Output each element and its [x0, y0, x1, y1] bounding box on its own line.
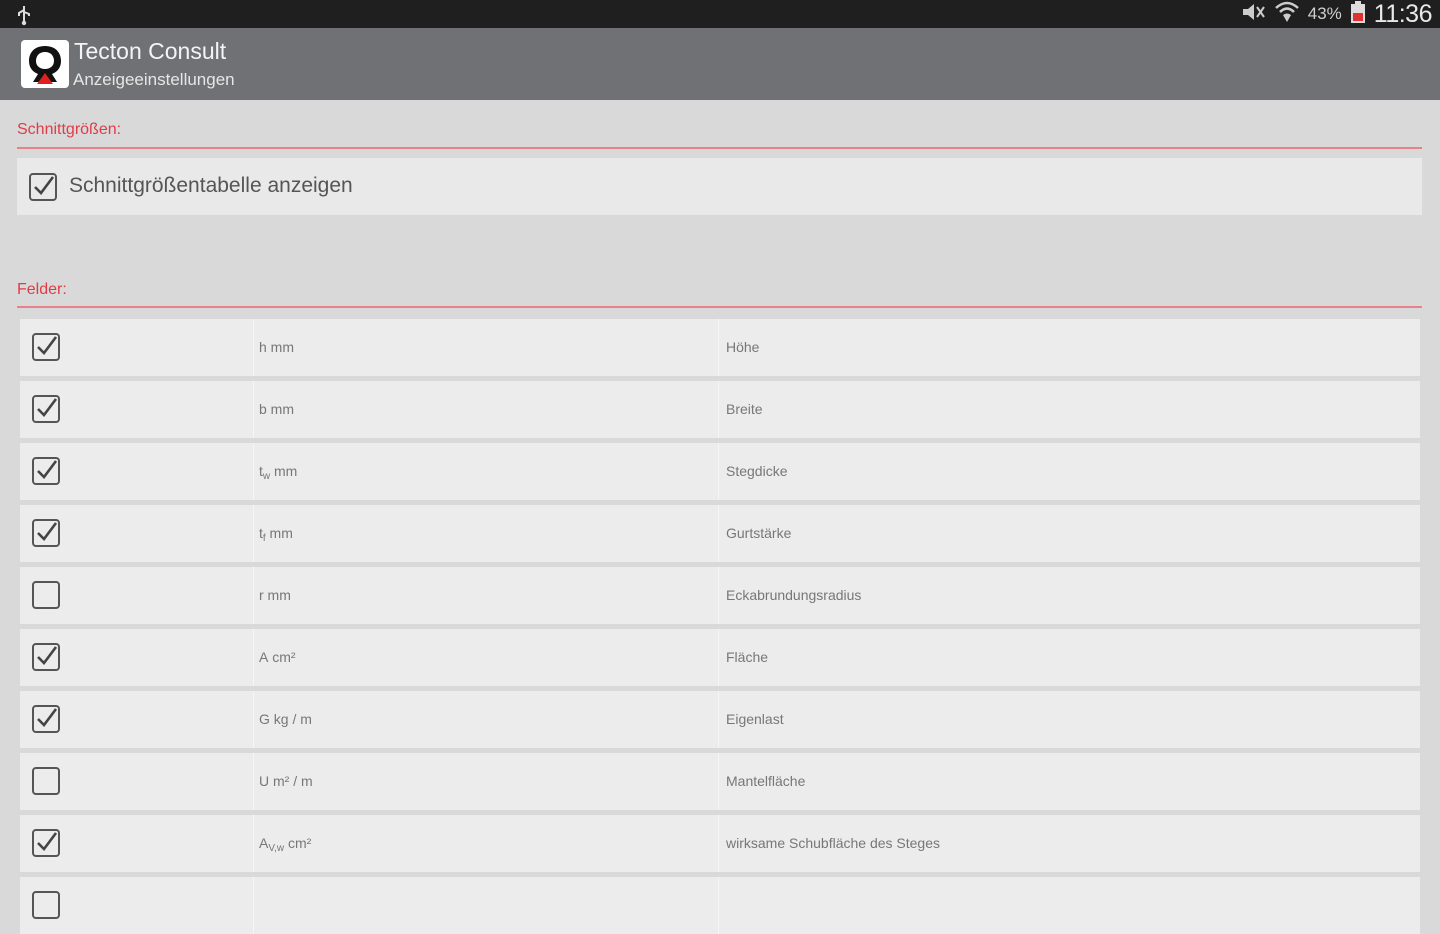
wifi-icon — [1274, 0, 1300, 29]
checkbox-unchecked-icon[interactable] — [31, 890, 61, 920]
column-divider — [253, 443, 254, 500]
column-divider — [253, 319, 254, 376]
clock: 11:36 — [1373, 0, 1433, 28]
field-symbol: U m² / m — [259, 773, 313, 792]
section-divider — [17, 147, 1422, 149]
symbol-main: G — [259, 711, 270, 727]
section-title-felder: Felder: — [17, 281, 67, 298]
field-symbol: tw mm — [259, 463, 297, 482]
symbol-unit: mm — [270, 463, 298, 479]
field-description: Stegdicke — [726, 463, 788, 479]
symbol-unit: mm — [263, 587, 291, 603]
field-row[interactable]: G kg / m Eigenlast — [20, 691, 1420, 748]
status-bar: 43% 11:36 — [0, 0, 1440, 28]
checkbox-checked-icon[interactable] — [28, 172, 58, 202]
symbol-unit: cm² — [284, 835, 312, 851]
field-description: Höhe — [726, 339, 760, 355]
battery-icon — [1350, 0, 1366, 29]
symbol-unit: mm — [266, 339, 295, 355]
field-symbol: h mm — [259, 339, 294, 358]
field-row[interactable]: b mm Breite — [20, 381, 1420, 438]
field-description: Gurtstärke — [726, 525, 792, 541]
symbol-subscript: V,w — [268, 843, 285, 854]
column-divider — [718, 815, 719, 872]
column-divider — [253, 877, 254, 934]
column-divider — [718, 505, 719, 562]
field-symbol: b mm — [259, 401, 294, 420]
field-row[interactable]: AV,w cm² wirksame Schubfläche des Steges — [20, 815, 1420, 872]
field-description: Eigenlast — [726, 711, 784, 727]
field-description: Eckabrundungsradius — [726, 587, 862, 603]
checkbox-checked-icon[interactable] — [31, 518, 61, 548]
column-divider — [253, 505, 254, 562]
symbol-main: U — [259, 773, 270, 789]
checkbox-checked-icon[interactable] — [31, 642, 61, 672]
column-divider — [718, 629, 719, 686]
field-description: Mantelfläche — [726, 773, 806, 789]
field-symbol: tf mm — [259, 525, 293, 544]
checkbox-unchecked-icon[interactable] — [31, 580, 61, 610]
checkbox-checked-icon[interactable] — [31, 704, 61, 734]
field-row[interactable]: h mm Höhe — [20, 319, 1420, 376]
column-divider — [718, 691, 719, 748]
field-description: Breite — [726, 401, 763, 417]
screen-subtitle: Anzeigeeinstellungen — [73, 70, 235, 89]
field-symbol: A cm² — [259, 649, 296, 668]
symbol-main: h — [259, 339, 267, 355]
symbol-main: b — [259, 401, 267, 417]
mute-icon — [1240, 1, 1266, 28]
column-divider — [718, 753, 719, 810]
field-row[interactable]: tw mm Stegdicke — [20, 443, 1420, 500]
checkbox-checked-icon[interactable] — [31, 394, 61, 424]
field-symbol: AV,w cm² — [259, 835, 311, 854]
checkbox-checked-icon[interactable] — [31, 456, 61, 486]
tecton-logo-icon[interactable] — [21, 40, 69, 88]
symbol-main: A — [259, 835, 269, 851]
symbol-unit: m² / m — [269, 773, 313, 789]
symbol-unit: mm — [266, 401, 295, 417]
show-table-label: Schnittgrößentabelle anzeigen — [69, 174, 353, 197]
column-divider — [718, 877, 719, 934]
field-description: Fläche — [726, 649, 769, 665]
column-divider — [253, 629, 254, 686]
field-row[interactable] — [20, 877, 1420, 934]
column-divider — [253, 753, 254, 810]
column-divider — [718, 443, 719, 500]
app-title: Tecton Consult — [74, 38, 227, 64]
checkbox-checked-icon[interactable] — [31, 828, 61, 858]
column-divider — [718, 319, 719, 376]
checkbox-checked-icon[interactable] — [31, 332, 61, 362]
checkbox-unchecked-icon[interactable] — [31, 766, 61, 796]
field-row[interactable]: U m² / m Mantelfläche — [20, 753, 1420, 810]
column-divider — [253, 691, 254, 748]
symbol-main: A — [259, 649, 269, 665]
field-description: wirksame Schubfläche des Steges — [726, 835, 940, 851]
column-divider — [718, 381, 719, 438]
symbol-unit: mm — [265, 525, 293, 541]
battery-percent: 43% — [1307, 4, 1342, 23]
show-table-option[interactable]: Schnittgrößentabelle anzeigen — [17, 158, 1422, 215]
field-row[interactable]: r mm Eckabrundungsradius — [20, 567, 1420, 624]
column-divider — [253, 381, 254, 438]
action-bar: Tecton Consult Anzeigeeinstellungen — [0, 28, 1440, 100]
field-symbol: r mm — [259, 587, 291, 606]
column-divider — [718, 567, 719, 624]
symbol-unit: kg / m — [269, 711, 312, 727]
column-divider — [253, 815, 254, 872]
field-row[interactable]: tf mm Gurtstärke — [20, 505, 1420, 562]
field-symbol: G kg / m — [259, 711, 312, 730]
field-row[interactable]: A cm² Fläche — [20, 629, 1420, 686]
symbol-unit: cm² — [268, 649, 296, 665]
section-title-schnittgroessen: Schnittgrößen: — [17, 121, 122, 138]
section-divider — [17, 306, 1422, 308]
usb-icon — [14, 4, 34, 31]
column-divider — [253, 567, 254, 624]
